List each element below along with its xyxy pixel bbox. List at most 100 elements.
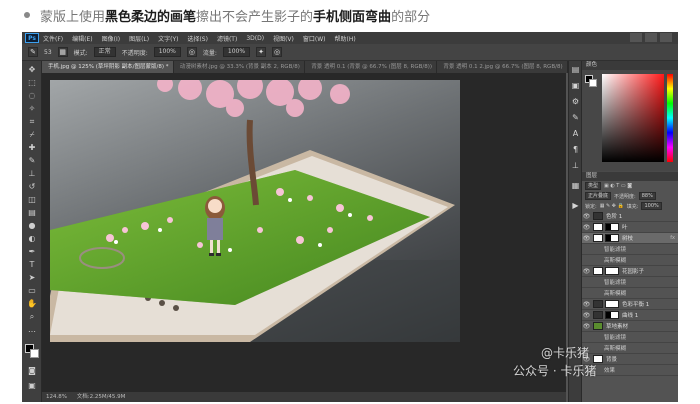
visibility-eye-icon[interactable]: 👁 — [582, 312, 591, 319]
mode-select[interactable]: 正常 — [93, 47, 116, 57]
layer-mask-thumbnail[interactable] — [605, 311, 619, 319]
layer-sub-row[interactable]: 高斯模糊 — [582, 288, 678, 299]
history-brush-icon[interactable]: ↺ — [27, 182, 37, 191]
shape-tool-icon[interactable]: ▭ — [27, 286, 37, 295]
brush-panel-icon[interactable]: ✎ — [571, 113, 580, 122]
layer-row[interactable]: 👁 叶 — [582, 222, 678, 233]
menu-file[interactable]: 文件(F) — [43, 34, 63, 43]
stamp-tool-icon[interactable]: ⊥ — [27, 169, 37, 178]
adjust-panel-icon[interactable]: ⚙ — [571, 97, 580, 106]
pressure-size-icon[interactable]: ◎ — [272, 47, 283, 57]
dodge-tool-icon[interactable]: ◐ — [27, 234, 37, 243]
color-swatches[interactable] — [25, 344, 39, 358]
pen-tool-icon[interactable]: ✒ — [27, 247, 37, 256]
hand-tool-icon[interactable]: ✋ — [27, 299, 37, 308]
visibility-eye-icon[interactable]: 👁 — [582, 235, 591, 242]
menu-select[interactable]: 选择(S) — [187, 34, 208, 43]
layer-sub-name: 高斯模糊 — [604, 346, 627, 352]
character-panel-icon[interactable]: A — [571, 129, 580, 138]
layer-sub-row[interactable]: 高斯模糊 — [582, 255, 678, 266]
brush-panel-icon[interactable]: ▦ — [57, 47, 68, 57]
visibility-eye-icon[interactable]: 👁 — [582, 213, 591, 220]
eraser-tool-icon[interactable]: ◫ — [27, 195, 37, 204]
swatches-panel-icon[interactable]: ▦ — [571, 181, 580, 190]
play-icon[interactable]: ▶ — [571, 201, 580, 210]
visibility-eye-icon[interactable]: 👁 — [582, 301, 591, 308]
menu-edit[interactable]: 编辑(E) — [72, 34, 92, 43]
blend-mode-select[interactable]: 正片叠底 — [585, 192, 612, 200]
layer-sub-row[interactable]: 智能滤镜 — [582, 332, 678, 343]
airbrush-icon[interactable]: ✦ — [256, 47, 267, 57]
color-panel-background[interactable] — [589, 79, 597, 87]
brush-tool-icon[interactable]: ✎ — [28, 47, 38, 57]
layer-row[interactable]: 👁 草地素材 — [582, 321, 678, 332]
canvas-image[interactable] — [50, 80, 460, 342]
filter-icons[interactable]: ▣ ◐ T ▭ ◙ — [604, 183, 632, 189]
menu-help[interactable]: 帮助(H) — [335, 34, 356, 43]
marquee-tool-icon[interactable]: ⬚ — [27, 78, 37, 87]
tab-background-1[interactable]: 背景 透明 0.1 (背景 @ 66.7% (图层 8, RGB/8)) — [305, 61, 438, 73]
brush-tool-icon[interactable]: ✎ — [27, 156, 37, 165]
visibility-eye-icon[interactable]: 👁 — [582, 224, 591, 231]
layer-row[interactable]: 👁 曲线 1 — [582, 310, 678, 321]
layer-opacity-input[interactable]: 88% — [638, 192, 656, 200]
clone-panel-icon[interactable]: ⊥ — [571, 161, 580, 170]
color-picker-field[interactable] — [602, 74, 664, 162]
layer-sub-row[interactable]: 智能滤镜 — [582, 244, 678, 255]
zoom-tool-icon[interactable]: ⌕ — [27, 312, 37, 321]
color-swatch-pair[interactable] — [585, 75, 597, 87]
visibility-eye-icon[interactable]: 👁 — [582, 323, 591, 330]
minimize-button[interactable] — [630, 33, 642, 42]
flow-input[interactable]: 100% — [222, 47, 251, 57]
layer-mask-thumbnail[interactable] — [605, 300, 619, 308]
menu-filter[interactable]: 滤镜(T) — [217, 34, 237, 43]
tab-tree[interactable]: 动漫树素材.jpg @ 33.3% (背景 副本 2, RGB/8) — [174, 61, 306, 73]
background-color[interactable] — [30, 349, 39, 358]
quick-select-tool-icon[interactable]: ✧ — [27, 104, 37, 113]
visibility-eye-icon[interactable]: 👁 — [582, 268, 591, 275]
canvas-area[interactable] — [42, 73, 566, 392]
menu-view[interactable]: 视图(V) — [273, 34, 294, 43]
lock-icons[interactable]: ▦ ✎ ✥ 🔒 — [600, 203, 624, 209]
gradient-tool-icon[interactable]: ▤ — [27, 208, 37, 217]
menu-window[interactable]: 窗口(W) — [303, 34, 326, 43]
layer-sub-row[interactable]: 智能滤镜 — [582, 277, 678, 288]
history-panel-icon[interactable]: ▤ — [571, 65, 580, 74]
fx-icon[interactable]: fx — [670, 235, 675, 241]
menu-3d[interactable]: 3D(D) — [246, 35, 264, 42]
quick-mask-icon[interactable]: ◙ — [27, 366, 37, 375]
layer-row[interactable]: 👁 色阶 1 — [582, 211, 678, 222]
layer-row[interactable]: 👁 色彩平衡 1 — [582, 299, 678, 310]
layer-row[interactable]: 👁 花园影子 — [582, 266, 678, 277]
close-button[interactable] — [660, 33, 672, 42]
lasso-tool-icon[interactable]: ◌ — [27, 91, 37, 100]
opacity-input[interactable]: 100% — [153, 47, 181, 57]
maximize-button[interactable] — [645, 33, 657, 42]
brush-size[interactable]: 53 — [44, 49, 52, 56]
tab-phone[interactable]: 手机.jpg @ 125% (草坪阴影 副本/图层蒙版/8) * — [42, 61, 174, 73]
hue-slider[interactable] — [667, 74, 673, 162]
layer-filter-select[interactable]: 类型 — [585, 182, 602, 190]
more-tools-icon[interactable]: … — [27, 325, 37, 334]
menu-layer[interactable]: 图层(L) — [129, 34, 149, 43]
tab-background-2[interactable]: 背景 透明 0.1 2.jpg @ 66.7% (图层 8, RGB/8) — [437, 61, 568, 73]
fill-input[interactable]: 100% — [641, 202, 662, 210]
screen-mode-icon[interactable]: ▣ — [27, 381, 37, 390]
layer-mask-thumbnail[interactable] — [605, 267, 619, 275]
layer-row-selected[interactable]: 👁 树枝 fx — [582, 233, 678, 244]
layer-mask-thumbnail[interactable] — [605, 223, 619, 231]
properties-panel-icon[interactable]: ▣ — [571, 81, 580, 90]
menu-image[interactable]: 图像(I) — [102, 34, 120, 43]
paragraph-panel-icon[interactable]: ¶ — [571, 145, 580, 154]
crop-tool-icon[interactable]: ⌗ — [27, 117, 37, 126]
eyedropper-tool-icon[interactable]: ⌿ — [27, 130, 37, 139]
move-tool-icon[interactable]: ✥ — [27, 65, 37, 74]
layer-mask-thumbnail[interactable] — [605, 234, 619, 242]
pressure-opacity-icon[interactable]: ◎ — [186, 47, 197, 57]
layer-sub-name: 高斯模糊 — [604, 258, 627, 264]
type-tool-icon[interactable]: T — [27, 260, 37, 269]
path-select-tool-icon[interactable]: ➤ — [27, 273, 37, 282]
healing-tool-icon[interactable]: ✚ — [27, 143, 37, 152]
blur-tool-icon[interactable]: ● — [27, 221, 37, 230]
menu-type[interactable]: 文字(Y) — [158, 34, 178, 43]
